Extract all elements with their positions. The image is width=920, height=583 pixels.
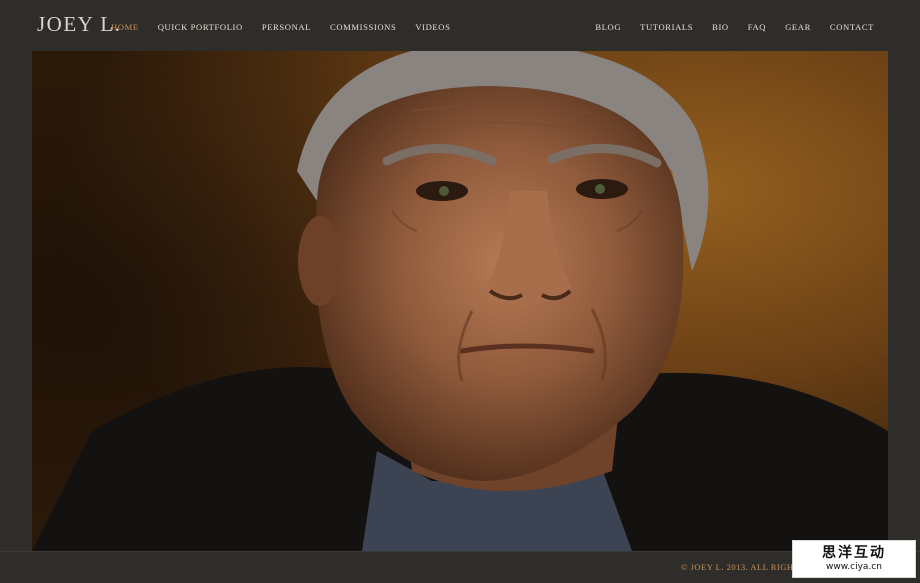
nav-blog[interactable]: BLOG xyxy=(595,22,621,32)
footer: © JOEY L. 2013. ALL RIGHTS xyxy=(0,551,920,583)
nav-bio[interactable]: BIO xyxy=(712,22,729,32)
nav-gear[interactable]: GEAR xyxy=(785,22,811,32)
nav-contact[interactable]: CONTACT xyxy=(830,22,874,32)
header: JOEY L. HOME QUICK PORTFOLIO PERSONAL CO… xyxy=(0,0,920,51)
secondary-nav: BLOG TUTORIALS BIO FAQ GEAR CONTACT xyxy=(576,22,874,32)
nav-faq[interactable]: FAQ xyxy=(748,22,766,32)
nav-videos[interactable]: VIDEOS xyxy=(415,22,450,32)
site-logo[interactable]: JOEY L. xyxy=(37,12,121,37)
nav-personal[interactable]: PERSONAL xyxy=(262,22,311,32)
watermark-url: www.ciya.cn xyxy=(826,562,882,572)
watermark-logo: 思洋互动 www.ciya.cn xyxy=(792,540,916,578)
nav-commissions[interactable]: COMMISSIONS xyxy=(330,22,396,32)
nav-tutorials[interactable]: TUTORIALS xyxy=(640,22,693,32)
watermark-name: 思洋互动 xyxy=(822,545,886,561)
page: JOEY L. HOME QUICK PORTFOLIO PERSONAL CO… xyxy=(0,0,920,583)
copyright-text: © JOEY L. 2013. ALL RIGHTS xyxy=(681,562,805,572)
nav-home[interactable]: HOME xyxy=(111,22,139,32)
hero-portrait-photo[interactable] xyxy=(32,51,888,551)
nav-quick-portfolio[interactable]: QUICK PORTFOLIO xyxy=(158,22,243,32)
portrait-illustration xyxy=(32,51,888,551)
main-nav: HOME QUICK PORTFOLIO PERSONAL COMMISSION… xyxy=(111,22,469,32)
